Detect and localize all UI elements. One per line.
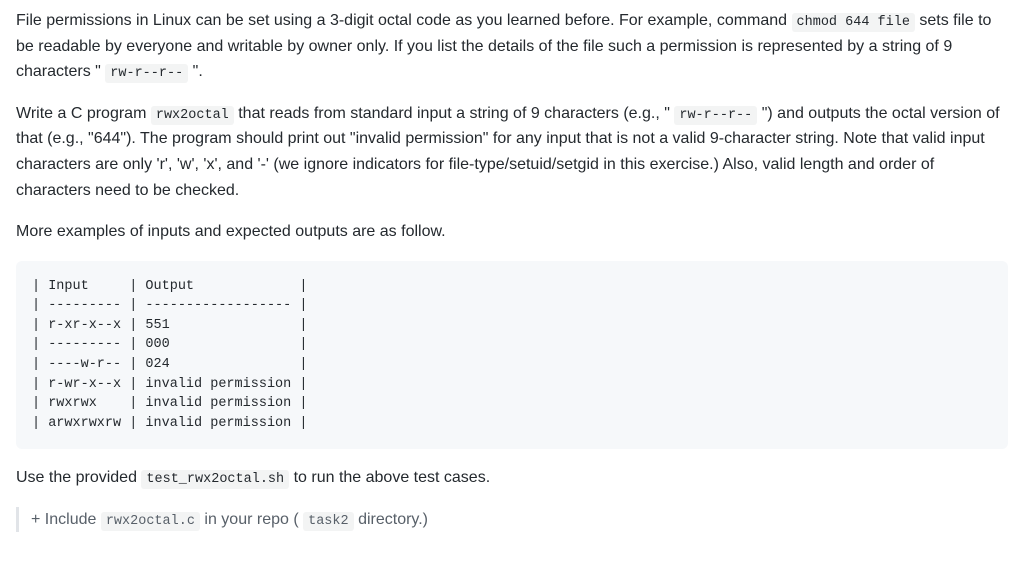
text: directory.) (354, 511, 428, 528)
inline-code: task2 (303, 512, 354, 531)
inline-code: test_rwx2octal.sh (141, 470, 289, 489)
paragraph-intro: File permissions in Linux can be set usi… (16, 8, 1008, 85)
inline-code: rw-r--r-- (674, 106, 757, 125)
inline-code: rw-r--r-- (105, 64, 188, 83)
paragraph-test-script: Use the provided test_rwx2octal.sh to ru… (16, 465, 1008, 491)
examples-table: | Input | Output | | --------- | -------… (16, 261, 1008, 450)
inline-code: rwx2octal (151, 106, 234, 125)
text: that reads from standard input a string … (234, 105, 675, 122)
inline-code: rwx2octal.c (101, 512, 200, 531)
text: Write a C program (16, 105, 151, 122)
inline-code: chmod 644 file (792, 13, 915, 32)
text: to run the above test cases. (289, 469, 490, 486)
deliverable-note: + Include rwx2octal.c in your repo ( tas… (16, 507, 1008, 533)
paragraph-examples-intro: More examples of inputs and expected out… (16, 219, 1008, 245)
paragraph-task: Write a C program rwx2octal that reads f… (16, 101, 1008, 203)
text: + Include (31, 511, 101, 528)
text: ". (188, 63, 203, 80)
text: Use the provided (16, 469, 141, 486)
text: File permissions in Linux can be set usi… (16, 12, 792, 29)
text: in your repo ( (200, 511, 303, 528)
